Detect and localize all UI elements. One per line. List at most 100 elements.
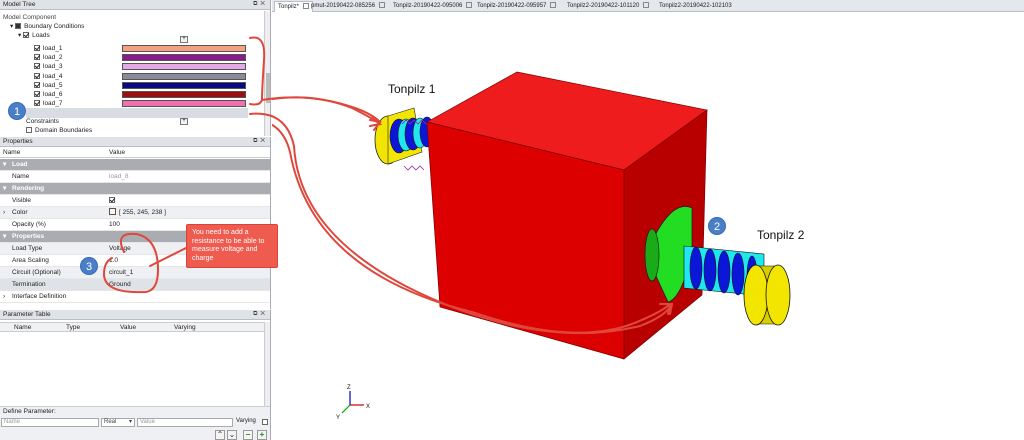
- properties-column-header: Name Value: [0, 148, 270, 158]
- tree-node-load[interactable]: load_2: [34, 53, 63, 62]
- prop-row-termination[interactable]: Termination Ground: [0, 279, 270, 291]
- panel-window-buttons[interactable]: ⧉✕: [253, 311, 268, 318]
- load-label: load_4: [43, 72, 63, 80]
- load-checkbox[interactable]: [34, 54, 40, 61]
- parameter-table-scrollbar[interactable]: [264, 322, 270, 406]
- label-tonpilz-1: Tonpilz 1: [388, 82, 436, 96]
- close-tab-icon[interactable]: [466, 2, 473, 8]
- pt-col-value: Value: [120, 324, 137, 331]
- load-label: load_7: [43, 100, 63, 108]
- tree-node-load[interactable]: load_3: [34, 62, 63, 71]
- load-checkbox[interactable]: [34, 45, 40, 51]
- expand-arrow-icon[interactable]: ›: [3, 291, 5, 303]
- load-color-swatch[interactable]: [122, 54, 246, 62]
- section-load[interactable]: ▾ Load: [0, 159, 270, 171]
- step-badge-2: 2: [708, 217, 726, 235]
- tab-document[interactable]: Tonpilz-20190422-095957: [474, 1, 559, 12]
- annotation-callout: You need to add a resistance to be able …: [186, 224, 278, 268]
- step-badge-1: 1: [8, 102, 26, 120]
- tree-node-load[interactable]: load_6: [34, 90, 63, 99]
- 3d-viewport[interactable]: X Z Y Tonpilz 1 Tonpilz 2 2: [272, 12, 1024, 440]
- model-tree-panel: Model Tree ⧉✕ Model Component ▾ Boundary…: [0, 0, 271, 136]
- tree-node-load[interactable]: load_7: [34, 99, 63, 108]
- prop-row-color[interactable]: › Color [ 255, 245, 238 ]: [0, 207, 270, 219]
- tree-node-constraints[interactable]: Constraints: [26, 117, 59, 126]
- model-tree-header: Model Component: [3, 14, 57, 21]
- parameter-name-input[interactable]: Name: [1, 418, 99, 427]
- prop-row-name[interactable]: Name load_8: [0, 171, 270, 183]
- move-up-button[interactable]: ⌃: [215, 430, 225, 440]
- axis-triad: X Z Y: [336, 385, 370, 421]
- tab-document[interactable]: pmut-20190422-085256: [308, 1, 388, 12]
- panel-window-buttons[interactable]: ⧉✕: [253, 138, 268, 145]
- 3d-scene[interactable]: X Z Y: [272, 12, 1024, 440]
- load-checkbox[interactable]: [34, 63, 40, 70]
- load-color-swatch[interactable]: [122, 63, 246, 71]
- load-label: load_5: [43, 81, 63, 89]
- expand-arrow-icon[interactable]: ›: [3, 207, 5, 219]
- define-parameter-label: Define Parameter:: [3, 408, 56, 415]
- label-tonpilz-2: Tonpilz 2: [757, 228, 805, 242]
- tree-node-load[interactable]: load_1: [34, 44, 63, 53]
- panel-window-buttons[interactable]: ⧉✕: [253, 1, 268, 8]
- tree-node-load[interactable]: load_4: [34, 72, 63, 81]
- tree-node-loads[interactable]: ▾ Loads: [18, 31, 50, 40]
- close-tab-icon[interactable]: [379, 2, 386, 8]
- move-down-button[interactable]: ⌄: [227, 430, 237, 440]
- load-checkbox[interactable]: [34, 72, 40, 79]
- tonpilz-1-model[interactable]: [374, 107, 435, 171]
- properties-panel: Properties ⧉✕ Name Value ▾ Load Name loa…: [0, 137, 271, 309]
- tonpilz2-blue-ring: [689, 246, 703, 290]
- parameter-value-input[interactable]: Value: [137, 418, 233, 427]
- load-checkbox[interactable]: [34, 100, 40, 107]
- load-checkbox[interactable]: [34, 81, 40, 88]
- visible-checkbox[interactable]: [109, 197, 115, 203]
- load-boundary-marker: [403, 165, 425, 171]
- varying-checkbox[interactable]: [262, 419, 268, 425]
- tree-node-load[interactable]: load_5: [34, 81, 63, 90]
- close-tab-icon[interactable]: [643, 2, 650, 8]
- prop-row-interface-definition[interactable]: › Interface Definition: [0, 291, 270, 303]
- prop-row-visible[interactable]: Visible: [0, 195, 270, 207]
- remove-parameter-button[interactable]: −: [243, 430, 253, 440]
- add-constraint-button[interactable]: +: [180, 118, 188, 125]
- prop-row-circuit[interactable]: Circuit (Optional) circuit_1: [0, 267, 270, 279]
- tonpilz2-yellow-tail-end: [765, 264, 791, 326]
- load-label: load_3: [43, 63, 63, 71]
- parameter-type-select[interactable]: Real ▾: [101, 418, 135, 427]
- tab-document[interactable]: Tonpilz2-20190422-101120: [564, 1, 652, 12]
- load-label: load_2: [43, 54, 63, 62]
- domain-boundaries-checkbox[interactable]: [26, 127, 32, 133]
- parameter-table-panel: Parameter Table ⧉✕ Name Type Value Varyi…: [0, 310, 271, 440]
- load-color-swatch[interactable]: [122, 45, 246, 52]
- tree-node-boundary-conditions[interactable]: ▾ Boundary Conditions: [10, 22, 84, 31]
- tab-document[interactable]: Tonpilz-20190422-095006: [390, 1, 475, 12]
- section-rendering[interactable]: ▾ Rendering: [0, 183, 270, 195]
- tree-node-domain-boundaries[interactable]: Domain Boundaries: [26, 126, 92, 135]
- document-tab-bar: Tonpilz* pmut-20190422-085256 Tonpilz-2019…: [272, 0, 1024, 12]
- load-color-swatch[interactable]: [122, 81, 246, 89]
- add-parameter-button[interactable]: +: [257, 430, 267, 440]
- define-parameter-bar: Define Parameter: Name Real ▾ Value Varyi…: [0, 406, 270, 440]
- y-axis-label: Y: [336, 415, 340, 421]
- load-color-swatch[interactable]: [122, 100, 246, 108]
- selected-row-highlight: [26, 108, 248, 118]
- model-tree-scrollbar[interactable]: [264, 11, 270, 136]
- tristate-checkbox[interactable]: [15, 23, 22, 29]
- parameter-table-header: Name Type Value Varying: [0, 322, 265, 332]
- tonpilz2-blue-ring: [703, 248, 717, 292]
- parameter-table-title: Parameter Table: [3, 311, 51, 318]
- load-color-swatch[interactable]: [122, 91, 246, 98]
- load-checkbox[interactable]: [34, 91, 40, 97]
- properties-title: Properties: [3, 138, 33, 145]
- scrollbar-thumb[interactable]: [266, 73, 270, 103]
- chevron-down-icon: ▾: [128, 419, 132, 425]
- add-load-button[interactable]: +: [180, 36, 188, 43]
- load-color-swatch[interactable]: [122, 72, 246, 80]
- loads-checkbox[interactable]: [23, 32, 30, 38]
- tab-document[interactable]: Tonpilz2-20190422-102103: [656, 1, 735, 12]
- red-cube-model[interactable]: [426, 71, 708, 360]
- color-swatch[interactable]: [109, 208, 116, 215]
- tonpilz2-yellow-tail: [743, 264, 769, 326]
- close-tab-icon[interactable]: [550, 2, 557, 8]
